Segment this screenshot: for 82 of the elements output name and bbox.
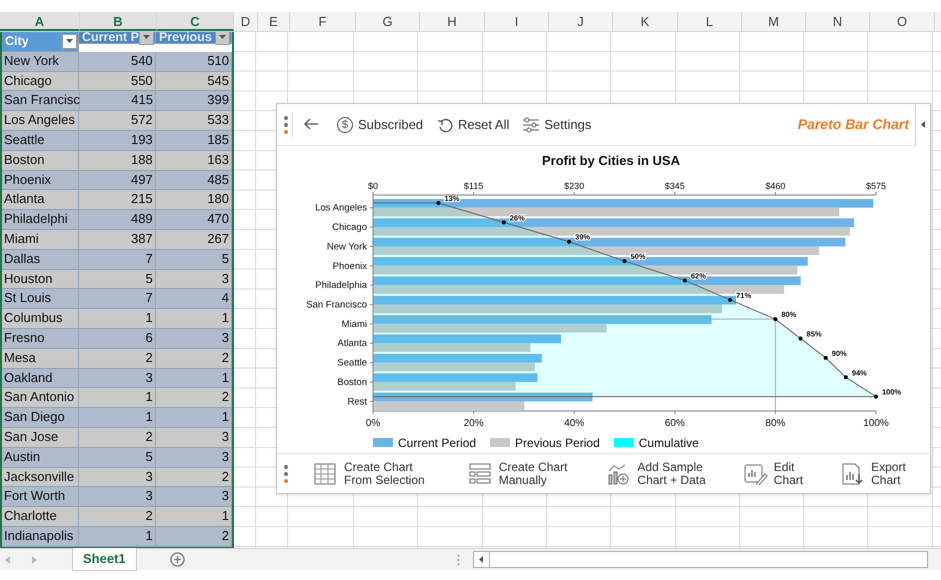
column-header[interactable]: M xyxy=(742,12,806,31)
more-icon xyxy=(284,464,288,482)
axis-label: 0% xyxy=(366,418,380,429)
legend-label: Cumulative xyxy=(638,436,699,450)
column-header[interactable]: N xyxy=(806,12,870,31)
filter-button[interactable] xyxy=(215,32,230,45)
filter-button[interactable] xyxy=(62,34,78,49)
toolbar-button[interactable]: $ Subscribed xyxy=(333,114,428,134)
dropdown-icon xyxy=(219,35,226,40)
column-header[interactable]: G xyxy=(356,12,420,31)
more-icon xyxy=(456,554,460,566)
document-chart-icon xyxy=(841,462,866,484)
action-button[interactable]: Create Chart From Selection xyxy=(310,460,429,486)
axis-label: 80% xyxy=(765,418,786,429)
table-cell: Indianapolis xyxy=(2,526,80,547)
column-header[interactable]: F xyxy=(290,12,356,31)
category-label: Atlanta xyxy=(337,338,367,350)
dropdown-icon xyxy=(142,35,150,40)
legend-label: Previous Period xyxy=(515,436,600,450)
category-label: Phoenix xyxy=(332,260,367,272)
category-label: Seattle xyxy=(337,358,367,369)
chart-title: Profit by Cities in USA xyxy=(542,153,680,168)
category-label: Los Angeles xyxy=(315,202,367,214)
chart-pencil-icon xyxy=(744,462,768,484)
column-header[interactable]: D xyxy=(234,12,258,31)
axis-label: 20% xyxy=(464,418,484,429)
category-label: Philadelphia xyxy=(315,280,367,292)
column-header[interactable]: L xyxy=(678,12,742,31)
reset-icon xyxy=(437,116,454,132)
scroll-left-icon xyxy=(5,556,10,564)
column-header[interactable]: A xyxy=(0,12,80,31)
action-button[interactable]: Edit Chart xyxy=(740,460,808,486)
axis-label: 40% xyxy=(564,418,584,429)
axis-label: 60% xyxy=(664,418,685,429)
column-header[interactable]: J xyxy=(549,12,613,31)
category-label: San Francisco xyxy=(306,300,367,310)
chart-plus-icon xyxy=(607,462,632,484)
add-sheet-icon xyxy=(170,552,185,567)
settings-icon xyxy=(523,116,540,132)
horizontal-scrollbar[interactable] xyxy=(472,551,928,568)
axis-label: $460 xyxy=(765,181,786,191)
table-cell: 1 xyxy=(79,526,156,547)
legend-label: Current Period xyxy=(398,436,476,450)
column-header[interactable]: E xyxy=(258,12,290,31)
more-icon xyxy=(284,116,288,134)
action-button[interactable]: Export Chart xyxy=(837,460,910,486)
collapse-button[interactable] xyxy=(915,104,930,146)
column-header[interactable]: I xyxy=(485,12,549,31)
category-label: Chicago xyxy=(332,222,367,234)
toolbar-button[interactable]: Reset All xyxy=(433,114,514,134)
sheet-tab[interactable]: Sheet1 xyxy=(72,548,137,570)
column-header[interactable]: C xyxy=(157,12,234,31)
category-label: Boston xyxy=(337,376,367,388)
action-button[interactable]: Add Sample Chart + Data xyxy=(603,460,710,486)
scroll-right-icon xyxy=(32,556,37,564)
toolbar-button[interactable]: Settings xyxy=(519,114,596,134)
dropdown-icon xyxy=(66,39,74,44)
column-heading-cell: Previous xyxy=(156,32,232,44)
column-header[interactable]: B xyxy=(80,12,157,31)
column-heading-cell: City xyxy=(2,32,80,52)
axis-label: $575 xyxy=(866,181,886,191)
table-cell: 2 xyxy=(156,526,232,547)
column-header[interactable]: O xyxy=(870,12,935,31)
axis-label: $0 xyxy=(368,181,378,191)
filter-button[interactable] xyxy=(138,32,154,45)
form-icon xyxy=(468,462,493,484)
table-icon xyxy=(314,462,338,484)
column-header[interactable]: H xyxy=(420,12,485,31)
axis-label: $230 xyxy=(564,181,584,191)
column-header[interactable]: K xyxy=(613,12,678,31)
axis-label: $345 xyxy=(664,181,685,191)
category-label: Miami xyxy=(342,318,367,330)
category-label: New York xyxy=(326,241,367,252)
axis-label: 100% xyxy=(863,418,889,429)
caret-icon xyxy=(479,556,484,563)
axis-label: $115 xyxy=(464,181,484,191)
panel-title: Pareto Bar Chart xyxy=(798,115,910,134)
caret-icon xyxy=(921,121,925,128)
action-button[interactable]: Create Chart Manually xyxy=(464,460,572,486)
category-label: Rest xyxy=(347,396,367,408)
dollar-icon: $ xyxy=(337,116,353,132)
column-heading-cell: Current P xyxy=(79,32,156,44)
